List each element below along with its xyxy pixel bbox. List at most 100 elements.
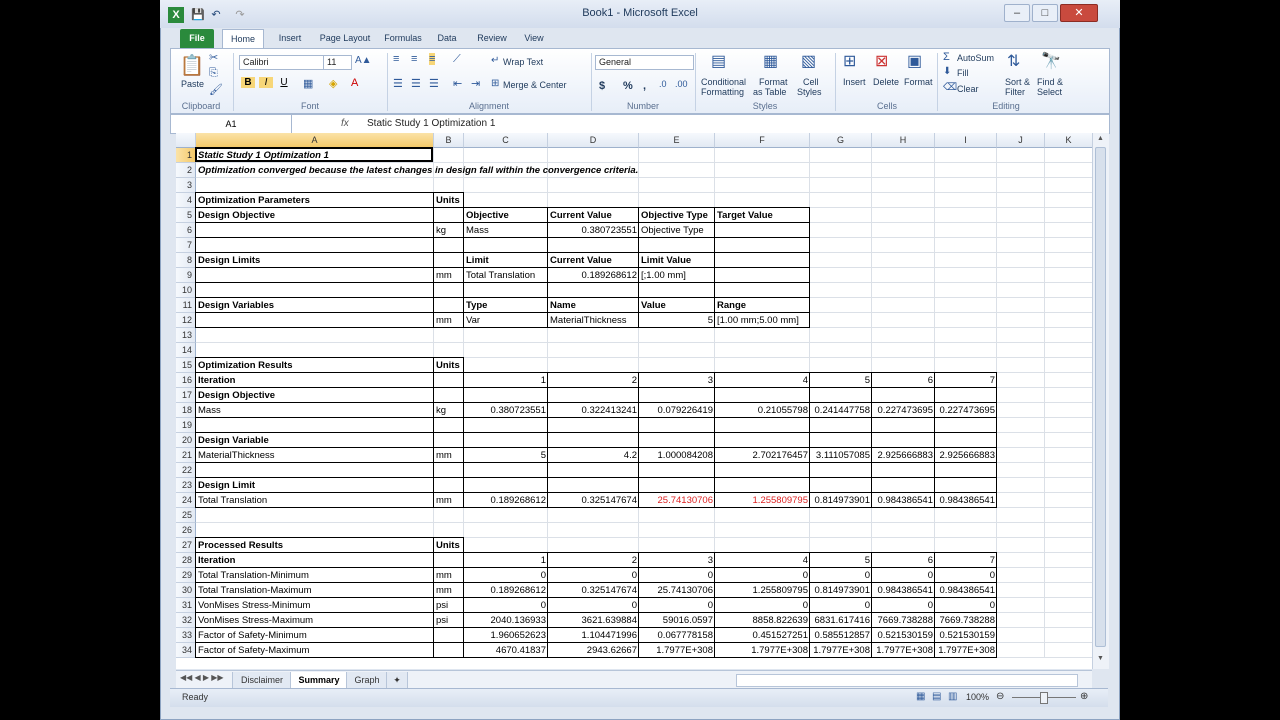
spreadsheet-grid[interactable]: A B C D E F G H I J K 1 2 3 4 5 6 7 8 9 10 11 12 13 14 15 16 17 18 19…	[176, 133, 1093, 669]
cell-i29[interactable]: 0	[935, 568, 997, 583]
cell-a23[interactable]: Design Limit	[196, 478, 434, 493]
cell-b12[interactable]: mm	[434, 313, 464, 328]
cell-a33[interactable]: Factor of Safety-Minimum	[196, 628, 434, 643]
grow-font-icon[interactable]: A▲	[355, 55, 372, 66]
cell-d5[interactable]: Current Value	[548, 208, 639, 223]
cell-f11[interactable]: Range	[715, 298, 810, 313]
insert-cells-icon[interactable]: ⊞	[843, 51, 856, 71]
row-header-9[interactable]: 9	[176, 268, 196, 283]
column-header-a[interactable]: A	[196, 133, 434, 148]
select-all-corner[interactable]	[176, 133, 196, 148]
sort-filter-button-line2[interactable]: Filter	[1005, 87, 1025, 97]
cell-f21[interactable]: 2.702176457	[715, 448, 810, 463]
delete-cells-icon[interactable]: ⊠	[875, 51, 888, 71]
cell-i24[interactable]: 0.984386541	[935, 493, 997, 508]
cell-d16[interactable]: 2	[548, 373, 639, 388]
cell-g28[interactable]: 5	[810, 553, 872, 568]
cell-f28[interactable]: 4	[715, 553, 810, 568]
cell-a32[interactable]: VonMises Stress-Maximum	[196, 613, 434, 628]
zoom-slider-thumb[interactable]	[1040, 692, 1048, 704]
row-header-10[interactable]: 10	[176, 283, 196, 298]
cell-a30[interactable]: Total Translation-Maximum	[196, 583, 434, 598]
format-cells-button[interactable]: Format	[904, 77, 933, 87]
increase-decimal-icon[interactable]: .0	[659, 79, 667, 89]
row-header-17[interactable]: 17	[176, 388, 196, 403]
cell-a28[interactable]: Iteration	[196, 553, 434, 568]
find-select-button-line2[interactable]: Select	[1037, 87, 1062, 97]
cell-i34[interactable]: 1.7977E+308	[935, 643, 997, 658]
cell-h24[interactable]: 0.984386541	[872, 493, 935, 508]
cell-f34[interactable]: 1.7977E+308	[715, 643, 810, 658]
format-as-table-icon[interactable]: ▦	[763, 51, 778, 71]
wrap-text-icon[interactable]: ↵	[491, 55, 499, 66]
cell-e21[interactable]: 1.000084208	[639, 448, 715, 463]
cell-d28[interactable]: 2	[548, 553, 639, 568]
zoom-level[interactable]: 100%	[966, 692, 989, 702]
row-header-16[interactable]: 16	[176, 373, 196, 388]
cell-d32[interactable]: 3621.639884	[548, 613, 639, 628]
cell-e5[interactable]: Objective Type	[639, 208, 715, 223]
conditional-formatting-button-line2[interactable]: Formatting	[701, 87, 744, 97]
paste-icon[interactable]: 📋	[177, 53, 207, 78]
cell-i32[interactable]: 7669.738288	[935, 613, 997, 628]
font-color-icon[interactable]: A	[351, 77, 358, 89]
cell-h30[interactable]: 0.984386541	[872, 583, 935, 598]
autosum-button[interactable]: AutoSum	[957, 53, 994, 63]
cell-a24[interactable]: Total Translation	[196, 493, 434, 508]
cell-g33[interactable]: 0.585512857	[810, 628, 872, 643]
row-header-28[interactable]: 28	[176, 553, 196, 568]
row-header-18[interactable]: 18	[176, 403, 196, 418]
cell-f29[interactable]: 0	[715, 568, 810, 583]
row-header-1[interactable]: 1	[176, 148, 196, 163]
cell-h33[interactable]: 0.521530159	[872, 628, 935, 643]
autosum-icon[interactable]: Σ	[943, 51, 950, 63]
merge-center-icon[interactable]: ⊞	[491, 78, 499, 89]
cell-g31[interactable]: 0	[810, 598, 872, 613]
zoom-out-icon[interactable]: ⊖	[996, 691, 1004, 702]
cell-d12[interactable]: MaterialThickness	[548, 313, 639, 328]
column-header-d[interactable]: D	[548, 133, 639, 148]
cell-f16[interactable]: 4	[715, 373, 810, 388]
cell-c31[interactable]: 0	[464, 598, 548, 613]
row-header-34[interactable]: 34	[176, 643, 196, 658]
cell-f18[interactable]: 0.21055798	[715, 403, 810, 418]
cell-e29[interactable]: 0	[639, 568, 715, 583]
column-header-e[interactable]: E	[639, 133, 715, 148]
number-format-select[interactable]: General	[595, 55, 694, 70]
cell-styles-button[interactable]: Cell	[803, 77, 819, 87]
align-right-icon[interactable]: ☰	[429, 77, 439, 90]
font-size-select[interactable]: 11	[323, 55, 352, 70]
column-header-k[interactable]: K	[1045, 133, 1093, 148]
align-center-icon[interactable]: ☰	[411, 77, 421, 90]
insert-cells-button[interactable]: Insert	[843, 77, 866, 87]
bold-button[interactable]: B	[241, 77, 255, 88]
tab-review[interactable]: Review	[472, 29, 512, 48]
cell-d8[interactable]: Current Value	[548, 253, 639, 268]
name-box[interactable]: A1	[171, 115, 292, 133]
row-header-25[interactable]: 25	[176, 508, 196, 523]
cell-e32[interactable]: 59016.0597	[639, 613, 715, 628]
cell-e31[interactable]: 0	[639, 598, 715, 613]
cell-b24[interactable]: mm	[434, 493, 464, 508]
sheet-tab-summary[interactable]: Summary	[290, 672, 348, 689]
close-button[interactable]: ✕	[1060, 4, 1098, 22]
percent-button[interactable]: %	[623, 80, 633, 92]
delete-cells-button[interactable]: Delete	[873, 77, 899, 87]
cell-f12[interactable]: [1.00 mm;5.00 mm]	[715, 313, 810, 328]
find-select-icon[interactable]: 🔭	[1041, 51, 1061, 71]
cell-e9[interactable]: [;1.00 mm]	[639, 268, 715, 283]
cell-i31[interactable]: 0	[935, 598, 997, 613]
sheet-nav-icon[interactable]: ◀◀ ◀ ▶ ▶▶	[180, 673, 224, 682]
row-header-11[interactable]: 11	[176, 298, 196, 313]
cell-e33[interactable]: 0.067778158	[639, 628, 715, 643]
row-header-33[interactable]: 33	[176, 628, 196, 643]
row-header-30[interactable]: 30	[176, 583, 196, 598]
cell-b18[interactable]: kg	[434, 403, 464, 418]
format-as-table-button[interactable]: Format	[759, 77, 788, 87]
copy-icon[interactable]: ⎘	[209, 67, 218, 80]
formula-input[interactable]: Static Study 1 Optimization 1	[367, 115, 495, 133]
comma-button[interactable]: ,	[643, 80, 646, 92]
cell-a21[interactable]: MaterialThickness	[196, 448, 434, 463]
cell-g16[interactable]: 5	[810, 373, 872, 388]
row-header-29[interactable]: 29	[176, 568, 196, 583]
